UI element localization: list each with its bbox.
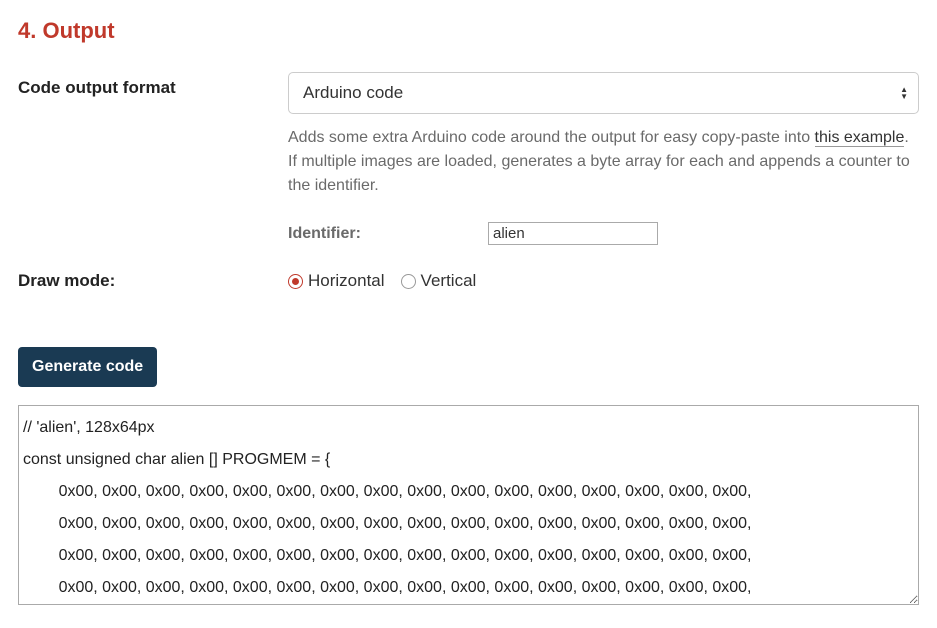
generate-button[interactable]: Generate code	[18, 347, 157, 387]
radio-horizontal[interactable]: Horizontal	[288, 271, 385, 291]
format-row: Code output format Arduino code ▲▼ Adds …	[18, 72, 919, 255]
code-output[interactable]	[18, 405, 919, 605]
format-help-prefix: Adds some extra Arduino code around the …	[288, 129, 815, 146]
section-heading: 4. Output	[18, 18, 919, 44]
draw-mode-row: Draw mode: Horizontal Vertical	[18, 265, 919, 291]
format-help: Adds some extra Arduino code around the …	[288, 126, 919, 198]
chevron-updown-icon: ▲▼	[900, 86, 908, 100]
radio-icon	[401, 274, 416, 289]
radio-horizontal-label: Horizontal	[308, 271, 385, 291]
draw-mode-label: Draw mode:	[18, 265, 288, 291]
radio-vertical[interactable]: Vertical	[401, 271, 477, 291]
format-select[interactable]: Arduino code ▲▼	[288, 72, 919, 114]
identifier-input[interactable]	[488, 222, 658, 245]
format-content: Arduino code ▲▼ Adds some extra Arduino …	[288, 72, 919, 255]
radio-vertical-label: Vertical	[421, 271, 477, 291]
format-select-value: Arduino code	[303, 83, 900, 103]
format-help-link[interactable]: this example	[815, 129, 905, 147]
identifier-row: Identifier:	[288, 222, 919, 245]
draw-mode-content: Horizontal Vertical	[288, 265, 919, 291]
identifier-label: Identifier:	[288, 225, 488, 243]
draw-mode-radio-group: Horizontal Vertical	[288, 265, 919, 291]
format-label: Code output format	[18, 72, 288, 98]
radio-icon	[288, 274, 303, 289]
